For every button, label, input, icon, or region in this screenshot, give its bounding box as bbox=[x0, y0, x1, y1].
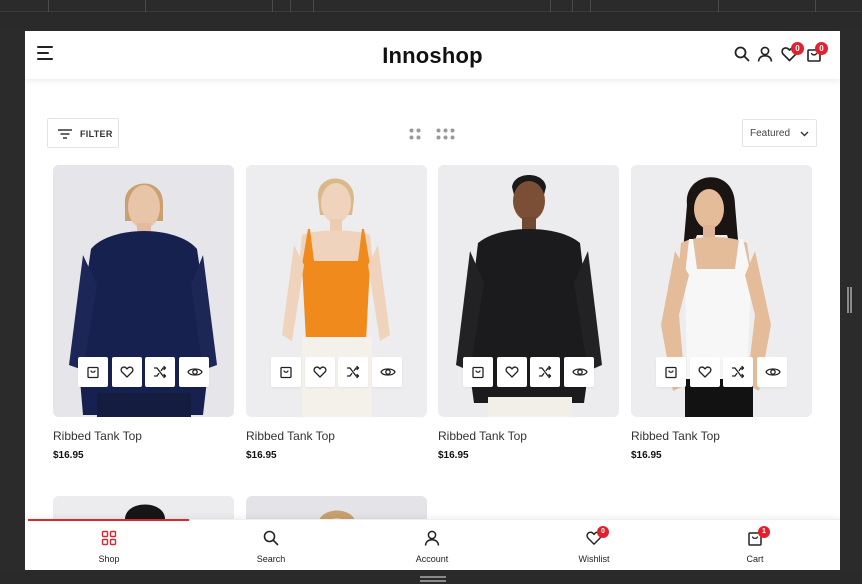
compare-button[interactable] bbox=[530, 357, 560, 387]
product-image[interactable] bbox=[246, 165, 427, 417]
eye-icon bbox=[187, 368, 203, 376]
search-icon[interactable] bbox=[734, 46, 752, 64]
heart-icon bbox=[505, 366, 519, 378]
product-image[interactable] bbox=[53, 165, 234, 417]
divider bbox=[550, 0, 551, 12]
app-header: Innoshop 0 0 bbox=[25, 31, 840, 79]
brand-logo[interactable]: Innoshop bbox=[25, 43, 840, 69]
home-indicator[interactable] bbox=[420, 576, 446, 578]
add-to-wishlist-button[interactable] bbox=[112, 357, 142, 387]
product-price: $16.95 bbox=[53, 450, 84, 461]
sort-selected-value: Featured bbox=[750, 128, 791, 139]
divider bbox=[815, 0, 816, 12]
quick-view-button[interactable] bbox=[179, 357, 209, 387]
app-screen: Innoshop 0 0 FILTER Featured Ribbed Tank… bbox=[25, 31, 840, 570]
bag-icon bbox=[87, 366, 99, 379]
compare-button[interactable] bbox=[723, 357, 753, 387]
product-card[interactable]: Ribbed Tank Top $16.95 bbox=[438, 165, 619, 465]
product-card[interactable]: Ribbed Tank Top $16.95 bbox=[246, 165, 427, 465]
heart-icon bbox=[698, 366, 712, 378]
product-name[interactable]: Ribbed Tank Top bbox=[53, 429, 142, 443]
wishlist-badge: 0 bbox=[791, 42, 804, 55]
product-card[interactable]: Ribbed Tank Top $16.95 bbox=[631, 165, 812, 465]
add-to-cart-button[interactable] bbox=[463, 357, 493, 387]
nav-search[interactable]: Search bbox=[190, 520, 352, 570]
product-name[interactable]: Ribbed Tank Top bbox=[631, 429, 720, 443]
nav-cart[interactable]: 1 Cart bbox=[674, 520, 836, 570]
divider bbox=[272, 0, 273, 12]
divider bbox=[718, 0, 719, 12]
bottom-navigation: Shop Search Account 0 Wishlist 1 Cart bbox=[25, 519, 840, 570]
resize-handle[interactable] bbox=[847, 287, 852, 313]
filter-button[interactable]: FILTER bbox=[47, 118, 119, 148]
user-icon bbox=[424, 530, 440, 546]
divider bbox=[290, 0, 291, 12]
nav-label: Wishlist bbox=[578, 554, 610, 564]
grid-3-icon bbox=[436, 128, 455, 140]
user-icon[interactable] bbox=[757, 46, 775, 64]
add-to-wishlist-button[interactable] bbox=[690, 357, 720, 387]
filter-icon bbox=[58, 129, 72, 139]
grid-icon bbox=[101, 530, 117, 546]
eye-icon bbox=[380, 368, 396, 376]
shuffle-icon bbox=[346, 365, 360, 379]
quick-view-button[interactable] bbox=[564, 357, 594, 387]
sort-select[interactable]: Featured bbox=[742, 119, 817, 147]
shuffle-icon bbox=[153, 365, 167, 379]
search-icon bbox=[263, 530, 279, 546]
add-to-wishlist-button[interactable] bbox=[305, 357, 335, 387]
nav-wishlist[interactable]: 0 Wishlist bbox=[513, 520, 675, 570]
compare-button[interactable] bbox=[145, 357, 175, 387]
quick-view-button[interactable] bbox=[757, 357, 787, 387]
quick-view-button[interactable] bbox=[372, 357, 402, 387]
filter-label: FILTER bbox=[80, 129, 113, 139]
nav-label: Account bbox=[415, 554, 449, 564]
bag-icon bbox=[665, 366, 677, 379]
product-image[interactable] bbox=[438, 165, 619, 417]
cart-badge: 1 bbox=[758, 526, 770, 538]
bag-icon bbox=[472, 366, 484, 379]
product-price: $16.95 bbox=[631, 450, 662, 461]
product-image[interactable] bbox=[631, 165, 812, 417]
nav-label: Search bbox=[256, 554, 286, 564]
cart-badge: 0 bbox=[815, 42, 828, 55]
grid-2-column-toggle[interactable] bbox=[409, 127, 421, 145]
nav-shop[interactable]: Shop bbox=[28, 520, 190, 570]
compare-button[interactable] bbox=[338, 357, 368, 387]
nav-account[interactable]: Account bbox=[351, 520, 513, 570]
heart-icon bbox=[313, 366, 327, 378]
wishlist-badge: 0 bbox=[597, 526, 609, 538]
product-name[interactable]: Ribbed Tank Top bbox=[438, 429, 527, 443]
eye-icon bbox=[572, 368, 588, 376]
add-to-cart-button[interactable] bbox=[271, 357, 301, 387]
divider bbox=[313, 0, 314, 12]
add-to-cart-button[interactable] bbox=[78, 357, 108, 387]
browser-top-bar bbox=[0, 0, 862, 12]
left-gutter bbox=[0, 30, 25, 570]
nav-label: Shop bbox=[98, 554, 120, 564]
product-price: $16.95 bbox=[246, 450, 277, 461]
bag-icon bbox=[280, 366, 292, 379]
shuffle-icon bbox=[538, 365, 552, 379]
divider bbox=[590, 0, 591, 12]
divider bbox=[572, 0, 573, 12]
nav-label: Cart bbox=[746, 554, 764, 564]
grid-3-column-toggle[interactable] bbox=[436, 127, 455, 145]
eye-icon bbox=[765, 368, 781, 376]
product-price: $16.95 bbox=[438, 450, 469, 461]
grid-2-icon bbox=[409, 128, 421, 140]
divider bbox=[145, 0, 146, 12]
divider bbox=[48, 0, 49, 12]
heart-icon bbox=[120, 366, 134, 378]
shuffle-icon bbox=[731, 365, 745, 379]
add-to-wishlist-button[interactable] bbox=[497, 357, 527, 387]
add-to-cart-button[interactable] bbox=[656, 357, 686, 387]
product-card[interactable]: Ribbed Tank Top $16.95 bbox=[53, 165, 234, 465]
product-name[interactable]: Ribbed Tank Top bbox=[246, 429, 335, 443]
chevron-down-icon bbox=[800, 131, 809, 137]
